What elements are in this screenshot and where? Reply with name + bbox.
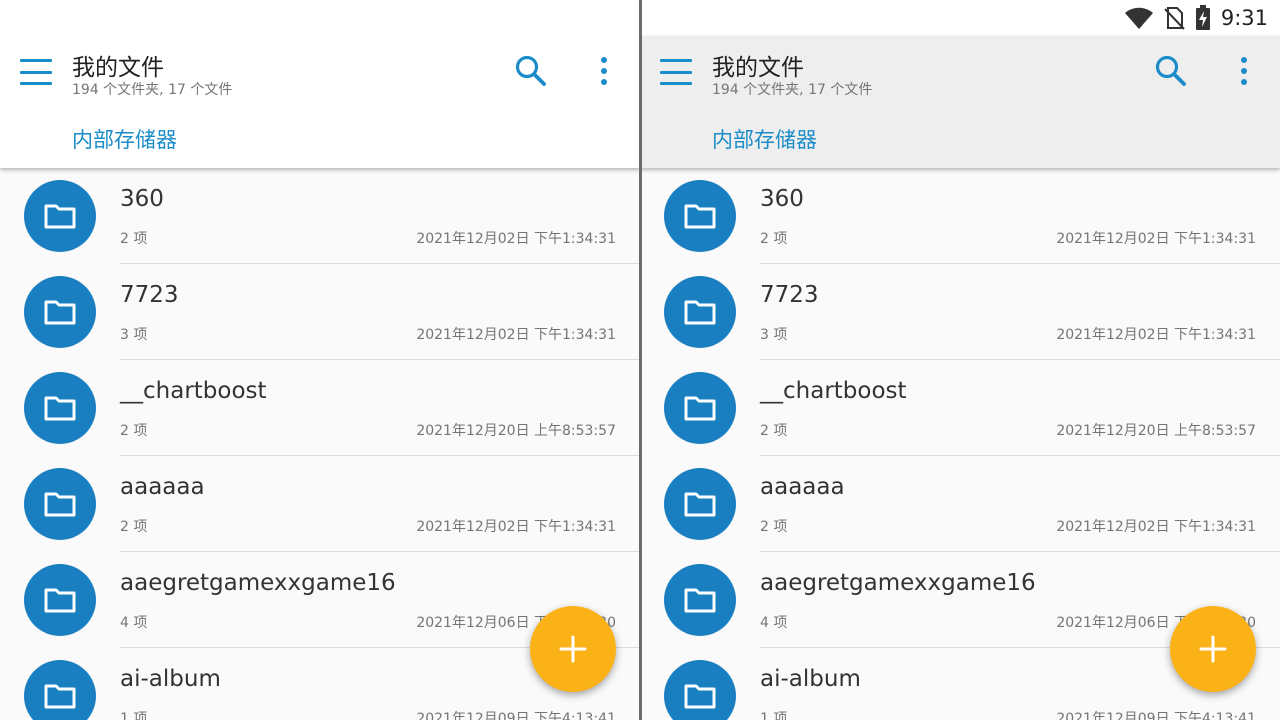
item-count: 1 项 xyxy=(760,711,788,720)
list-item[interactable]: __chartboost 2 项 2021年12月20日 上午8:53:57 xyxy=(0,360,640,456)
plus-icon xyxy=(559,635,587,663)
item-count: 2 项 xyxy=(120,231,148,247)
list-item[interactable]: __chartboost 2 项 2021年12月20日 上午8:53:57 xyxy=(640,360,1280,456)
item-count: 2 项 xyxy=(760,519,788,535)
list-item[interactable]: 7723 3 项 2021年12月02日 下午1:34:31 xyxy=(0,264,640,360)
no-sim-icon xyxy=(1164,7,1185,30)
add-button[interactable] xyxy=(1170,606,1256,692)
file-name: 7723 xyxy=(760,282,819,308)
list-item[interactable]: 360 2 项 2021年12月02日 下午1:34:31 xyxy=(0,168,640,264)
file-name: ai-album xyxy=(760,666,861,692)
file-name: __chartboost xyxy=(120,378,267,404)
add-button[interactable] xyxy=(530,606,616,692)
modified-date: 2021年12月02日 下午1:34:31 xyxy=(416,231,616,247)
folder-icon xyxy=(664,372,736,444)
status-bar: 9:31 xyxy=(640,0,1280,36)
modified-date: 2021年12月20日 上午8:53:57 xyxy=(416,423,616,439)
right-pane: 9:31 我的文件 194 个文件夹, 17 个文件 内部存储器 360 2 项… xyxy=(640,0,1280,720)
file-name: aaaaaa xyxy=(120,474,205,500)
menu-icon[interactable] xyxy=(660,59,692,85)
page-subtitle: 194 个文件夹, 17 个文件 xyxy=(72,82,233,98)
folder-icon xyxy=(24,372,96,444)
folder-icon xyxy=(664,180,736,252)
modified-date: 2021年12月02日 下午1:34:31 xyxy=(416,327,616,343)
item-count: 4 项 xyxy=(760,615,788,631)
file-name: 360 xyxy=(120,186,164,212)
search-icon[interactable] xyxy=(514,54,548,88)
modified-date: 2021年12月09日 下午4:13:41 xyxy=(1056,711,1256,720)
battery-charging-icon xyxy=(1195,5,1210,30)
folder-icon xyxy=(24,660,96,720)
page-title: 我的文件 xyxy=(712,55,804,81)
item-count: 4 项 xyxy=(120,615,148,631)
status-time: 9:31 xyxy=(1220,6,1268,30)
left-pane: 我的文件 194 个文件夹, 17 个文件 内部存储器 360 2 项 2021… xyxy=(0,0,640,720)
file-name: aaegretgamexxgame16 xyxy=(760,570,1036,596)
folder-icon xyxy=(24,564,96,636)
modified-date: 2021年12月09日 下午4:13:41 xyxy=(416,711,616,720)
app-bar: 我的文件 194 个文件夹, 17 个文件 内部存储器 xyxy=(640,36,1280,168)
file-name: 7723 xyxy=(120,282,179,308)
plus-icon xyxy=(1199,635,1227,663)
item-count: 1 项 xyxy=(120,711,148,720)
file-name: aaegretgamexxgame16 xyxy=(120,570,396,596)
folder-icon xyxy=(664,660,736,720)
folder-icon xyxy=(24,276,96,348)
breadcrumb[interactable]: 内部存储器 xyxy=(72,124,177,154)
item-count: 2 项 xyxy=(120,519,148,535)
file-name: aaaaaa xyxy=(760,474,845,500)
search-icon[interactable] xyxy=(1154,54,1188,88)
list-item[interactable]: aaaaaa 2 项 2021年12月02日 下午1:34:31 xyxy=(0,456,640,552)
item-count: 2 项 xyxy=(120,423,148,439)
item-count: 3 项 xyxy=(760,327,788,343)
item-count: 2 项 xyxy=(760,423,788,439)
file-name: __chartboost xyxy=(760,378,907,404)
modified-date: 2021年12月02日 下午1:34:31 xyxy=(1056,327,1256,343)
page-subtitle: 194 个文件夹, 17 个文件 xyxy=(712,82,873,98)
menu-icon[interactable] xyxy=(20,59,52,85)
folder-icon xyxy=(664,468,736,540)
list-item[interactable]: 360 2 项 2021年12月02日 下午1:34:31 xyxy=(640,168,1280,264)
file-name: 360 xyxy=(760,186,804,212)
folder-icon xyxy=(664,276,736,348)
list-item[interactable]: aaaaaa 2 项 2021年12月02日 下午1:34:31 xyxy=(640,456,1280,552)
more-vert-icon[interactable] xyxy=(1232,54,1256,88)
modified-date: 2021年12月02日 下午1:34:31 xyxy=(1056,519,1256,535)
folder-icon xyxy=(24,180,96,252)
modified-date: 2021年12月02日 下午1:34:31 xyxy=(416,519,616,535)
breadcrumb[interactable]: 内部存储器 xyxy=(712,124,817,154)
file-name: ai-album xyxy=(120,666,221,692)
pane-divider xyxy=(639,0,642,720)
app-bar: 我的文件 194 个文件夹, 17 个文件 内部存储器 xyxy=(0,0,640,168)
more-vert-icon[interactable] xyxy=(592,54,616,88)
item-count: 3 项 xyxy=(120,327,148,343)
list-item[interactable]: 7723 3 项 2021年12月02日 下午1:34:31 xyxy=(640,264,1280,360)
folder-icon xyxy=(24,468,96,540)
modified-date: 2021年12月02日 下午1:34:31 xyxy=(1056,231,1256,247)
item-count: 2 项 xyxy=(760,231,788,247)
wifi-icon xyxy=(1124,7,1153,29)
page-title: 我的文件 xyxy=(72,55,164,81)
modified-date: 2021年12月20日 上午8:53:57 xyxy=(1056,423,1256,439)
folder-icon xyxy=(664,564,736,636)
